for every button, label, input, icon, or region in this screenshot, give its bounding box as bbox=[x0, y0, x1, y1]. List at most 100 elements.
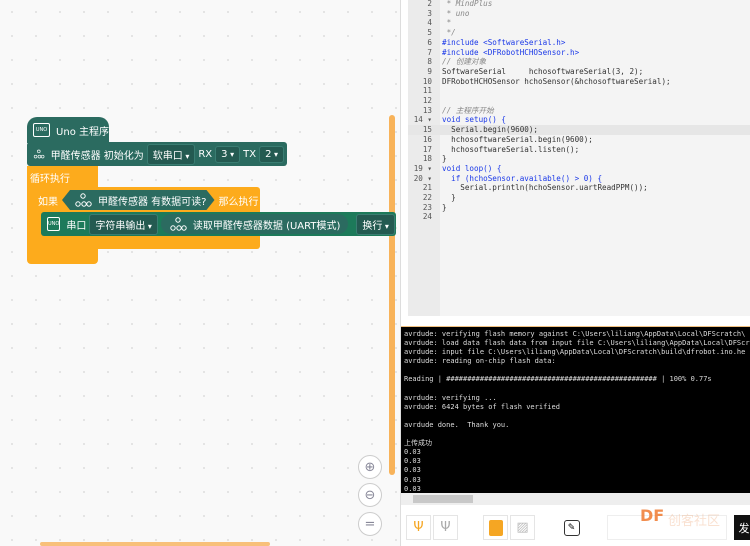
scroll-lock-button[interactable]: ✎ bbox=[559, 515, 584, 540]
code-line[interactable]: 6 #include <SoftwareSerial.h> bbox=[408, 38, 750, 48]
serial-label: 串口 bbox=[66, 220, 87, 232]
code-line[interactable]: 8 // 创建对象 bbox=[408, 57, 750, 67]
code-line[interactable]: 22 } bbox=[408, 193, 750, 203]
sensor-icon bbox=[33, 149, 45, 159]
line-number: 19 ▾ bbox=[413, 163, 432, 173]
code-text: } bbox=[442, 154, 447, 164]
zoom-out-icon: ⊖ bbox=[364, 487, 376, 503]
code-text: * bbox=[442, 18, 452, 28]
code-line[interactable]: 4 * bbox=[408, 18, 750, 28]
code-line[interactable]: 7 #include <DFRobotHCHOSensor.h> bbox=[408, 48, 750, 58]
line-number: 8 bbox=[427, 57, 432, 67]
code-text: hchosoftwareSerial.listen(); bbox=[442, 144, 580, 154]
upload-button[interactable] bbox=[483, 515, 508, 540]
tx-label: TX bbox=[243, 148, 257, 160]
line-number: 18 bbox=[422, 154, 432, 164]
code-line[interactable]: 2 * MindPlus bbox=[408, 0, 750, 9]
code-editor[interactable]: 2 * MindPlus 3 * uno 4 * 5 */6 #include <Sof… bbox=[408, 0, 750, 316]
code-text: } bbox=[442, 193, 456, 202]
line-number: 14 ▾ bbox=[413, 115, 432, 125]
code-text: * uno bbox=[442, 8, 470, 18]
serial-print-block[interactable]: UNO 串口 字符串输出 读取甲醛传感器数据 (UART模式) 换行 bbox=[41, 212, 396, 236]
code-text: #include <DFRobotHCHOSensor.h> bbox=[442, 47, 580, 57]
condition-label: 甲醛传感器 有数据可读? bbox=[98, 196, 207, 208]
code-line[interactable]: 13 // 主程序开始 bbox=[408, 106, 750, 116]
zoom-in-icon: ⊕ bbox=[364, 459, 376, 475]
uno-board-icon: UNO bbox=[33, 123, 51, 137]
scroll-lock-icon: ✎ bbox=[563, 519, 580, 536]
code-line[interactable]: 15 Serial.begin(9600); bbox=[408, 125, 750, 135]
zoom-in-button[interactable]: ⊕ bbox=[358, 455, 382, 479]
line-number: 10 bbox=[422, 76, 432, 86]
hcho-init-block[interactable]: 甲醛传感器 初始化为 软串口 RX 3 TX 2 bbox=[27, 142, 287, 166]
usb-off-icon: Ψ bbox=[440, 520, 451, 535]
usb-disconnect-button[interactable]: Ψ bbox=[433, 515, 458, 540]
code-text: // 主程序开始 bbox=[442, 105, 494, 115]
code-line[interactable]: 17 hchosoftwareSerial.listen(); bbox=[408, 145, 750, 155]
code-line[interactable]: 21 Serial.println(hchoSensor.uartReadPPM… bbox=[408, 183, 750, 193]
code-line[interactable]: 16 hchosoftwareSerial.begin(9600); bbox=[408, 135, 750, 145]
code-line[interactable]: 23} bbox=[408, 203, 750, 213]
if-label: 如果 bbox=[38, 197, 58, 208]
line-number: 24 bbox=[422, 212, 432, 222]
then-label: 那么执行 bbox=[218, 197, 259, 208]
serial-terminal[interactable]: avrdude: verifying flash memory against … bbox=[401, 327, 750, 493]
uno-board-icon: UNO bbox=[47, 217, 61, 231]
code-line[interactable]: 11 bbox=[408, 86, 750, 96]
code-line[interactable]: 5 */ bbox=[408, 28, 750, 38]
code-text: void loop() { bbox=[442, 163, 502, 173]
code-text: Serial.println(hchoSensor.uartReadPPM())… bbox=[442, 183, 648, 193]
code-line[interactable]: 10 DFRobotHCHOSensor hchoSensor(&hchosoft… bbox=[408, 77, 750, 87]
terminal-horizontal-scrollbar[interactable] bbox=[401, 493, 750, 505]
code-text: } bbox=[442, 202, 447, 212]
sensor-icon bbox=[170, 217, 187, 231]
workspace-vertical-scrollbar[interactable] bbox=[389, 115, 395, 475]
code-line[interactable]: 14 ▾ void setup() { bbox=[408, 115, 750, 125]
line-number: 17 bbox=[422, 144, 432, 154]
line-number: 15 bbox=[422, 125, 432, 135]
code-text: * MindPlus bbox=[442, 0, 493, 8]
code-line[interactable]: 9 SoftwareSerial hchosoftwareSerial(3, 2)… bbox=[408, 67, 750, 77]
line-number: 16 bbox=[422, 134, 432, 144]
line-number: 3 bbox=[427, 8, 432, 18]
code-text: hchosoftwareSerial.begin(9600); bbox=[442, 134, 593, 144]
code-text: Serial.begin(9600); bbox=[442, 125, 539, 135]
code-line[interactable]: 19 ▾ void loop() { bbox=[408, 164, 750, 174]
code-line[interactable]: 24 bbox=[408, 212, 750, 222]
code-line[interactable]: 12 bbox=[408, 96, 750, 106]
workspace-horizontal-scrollbar[interactable] bbox=[40, 542, 270, 546]
block-workspace[interactable]: UNO Uno 主程序 甲醛传感器 初始化为 软串口 RX 3 TX 2 循环执… bbox=[0, 0, 400, 546]
zoom-out-button[interactable]: ⊖ bbox=[358, 483, 382, 507]
clear-output-button[interactable]: ▨ bbox=[510, 515, 535, 540]
read-hcho-reporter[interactable]: 读取甲醛传感器数据 (UART模式) bbox=[160, 214, 349, 234]
code-line[interactable]: 3 * uno bbox=[408, 9, 750, 19]
usb-connect-button[interactable]: Ψ bbox=[406, 515, 431, 540]
output-mode-dropdown[interactable]: 字符串输出 bbox=[89, 213, 158, 235]
watermark-logo: DF bbox=[640, 506, 665, 525]
send-label: 发 bbox=[738, 521, 750, 535]
rx-dropdown[interactable]: 3 bbox=[215, 145, 241, 163]
code-text: SoftwareSerial hchosoftwareSerial(3, 2); bbox=[442, 66, 644, 76]
reporter-label: 读取甲醛传感器数据 (UART模式) bbox=[192, 220, 341, 232]
code-text: // 创建对象 bbox=[442, 57, 487, 67]
tx-dropdown[interactable]: 2 bbox=[259, 145, 284, 163]
code-line[interactable]: 18} bbox=[408, 154, 750, 164]
zoom-reset-icon: = bbox=[364, 516, 376, 532]
port-dropdown[interactable]: 软串口 bbox=[146, 143, 196, 165]
zoom-reset-button[interactable]: = bbox=[358, 512, 382, 536]
send-button[interactable]: 发 bbox=[734, 515, 750, 540]
clear-icon: ▨ bbox=[516, 520, 529, 535]
line-number: 23 bbox=[422, 202, 432, 212]
code-line[interactable]: 20 ▾ if (hchoSensor.available() > 0) { bbox=[408, 174, 750, 184]
newline-dropdown[interactable]: 换行 bbox=[356, 213, 395, 235]
has-data-condition[interactable]: 甲醛传感器 有数据可读? bbox=[62, 190, 215, 210]
code-text: if (hchoSensor.available() > 0) { bbox=[442, 173, 603, 183]
line-number: 12 bbox=[422, 96, 432, 105]
line-number: 4 bbox=[427, 18, 432, 28]
scrollbar-thumb[interactable] bbox=[413, 495, 473, 503]
line-number: 13 bbox=[422, 105, 432, 115]
line-number: 5 bbox=[427, 28, 432, 38]
rx-label: RX bbox=[198, 148, 213, 160]
uno-main-hat-block[interactable]: UNO Uno 主程序 bbox=[27, 117, 109, 143]
line-number: 22 bbox=[422, 193, 432, 202]
